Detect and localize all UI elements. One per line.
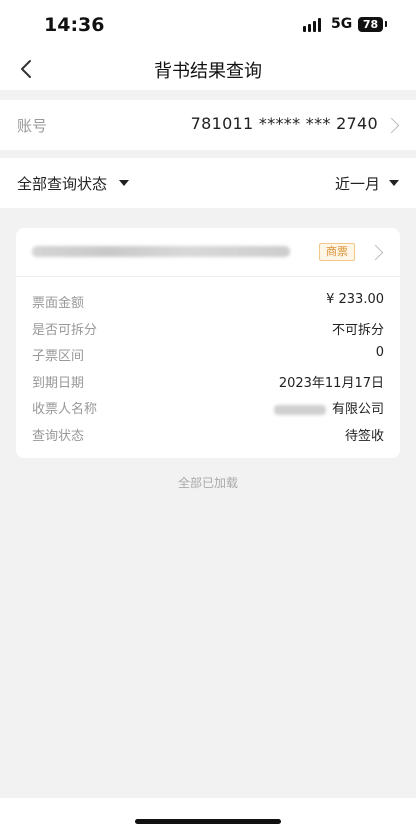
detail-row-splittable: 是否可拆分 不可拆分 [16,315,400,342]
signal-icon [303,18,325,32]
detail-row-sub-range: 子票区间 0 [16,341,400,368]
detail-label: 收票人名称 [32,402,98,418]
detail-label: 到期日期 [32,375,85,391]
card-details: 票面金额 ¥ 233.00 是否可拆分 不可拆分 子票区间 0 到期日期 202… [16,288,400,448]
status-time: 14:36 [44,14,105,36]
battery-icon: 78 [358,17,383,32]
back-arrow-icon[interactable] [16,58,38,80]
card-header[interactable]: 商票 [16,228,400,277]
account-number: 781011 ***** *** 2740 [190,114,378,133]
battery-level: 78 [362,18,379,31]
payee-name-redacted [273,404,326,415]
period-filter-label: 近一月 [334,175,380,193]
account-selector[interactable]: 账号 781011 ***** *** 2740 [0,100,416,150]
battery-cap [385,21,387,27]
detail-label: 子票区间 [32,349,85,365]
home-indicator[interactable] [135,819,281,824]
detail-label: 是否可拆分 [32,322,98,338]
detail-value-payee: 有限公司 [273,398,384,418]
account-label: 账号 [17,117,48,135]
caret-down-icon [389,180,399,186]
bottom-area [0,798,416,832]
detail-value: 待签收 [344,428,384,444]
detail-value: ¥ 233.00 [326,292,384,307]
chevron-right-icon [367,244,384,261]
status-filter-label: 全部查询状态 [17,175,108,193]
bill-number-redacted [32,246,290,257]
page-title: 背书结果查询 [154,61,262,82]
result-card[interactable]: 商票 票面金额 ¥ 233.00 是否可拆分 不可拆分 子票区间 0 到期日期 … [16,228,400,458]
detail-value: 2023年11月17日 [278,375,384,391]
detail-value: 0 [375,345,384,361]
detail-label: 查询状态 [32,428,85,444]
status-filter-dropdown[interactable]: 全部查询状态 [17,173,107,194]
bill-type-badge: 商票 [319,243,355,261]
detail-row-due-date: 到期日期 2023年11月17日 [16,368,400,395]
detail-label: 票面金额 [32,296,85,311]
period-filter-dropdown[interactable]: 近一月 [335,173,380,194]
detail-row-amount: 票面金额 ¥ 233.00 [16,288,400,315]
detail-row-payee: 收票人名称 有限公司 [16,394,400,421]
detail-value: 不可拆分 [331,322,384,338]
chevron-right-icon [383,117,400,134]
all-loaded-text: 全部已加载 [177,476,238,490]
detail-row-query-status: 查询状态 待签收 [16,421,400,448]
network-type: 5G [331,16,353,32]
status-bar: 14:36 5G 78 [0,0,416,50]
payee-name-suffix: 有限公司 [331,402,384,418]
caret-down-icon [119,180,129,186]
nav-bar: 背书结果查询 [0,50,416,90]
filter-bar: 全部查询状态 近一月 [0,158,416,208]
